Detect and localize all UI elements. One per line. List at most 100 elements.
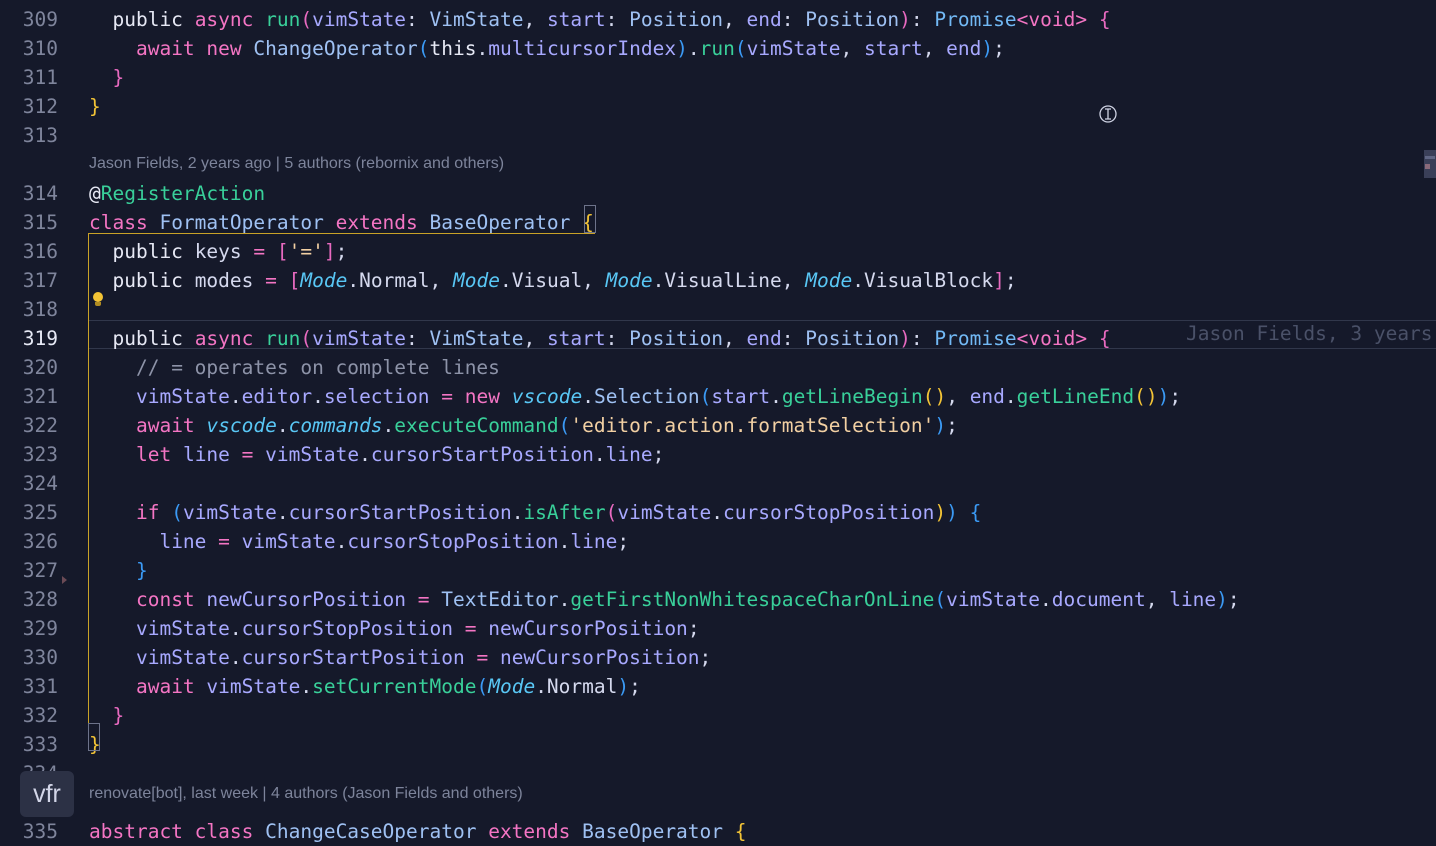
code-line[interactable]: 310 await new ChangeOperator(this.multic… (0, 34, 1436, 63)
code-token: ChangeCaseOperator (265, 820, 477, 843)
code-token: VimState (429, 8, 524, 31)
code-text[interactable]: line = vimState.cursorStopPosition.line; (89, 527, 629, 556)
code-line[interactable]: 324 (0, 469, 1436, 498)
code-line[interactable]: 314 @RegisterAction (0, 179, 1436, 208)
fold-arrow-icon[interactable] (62, 576, 67, 584)
code-text[interactable]: vimState.editor.selection = new vscode.S… (89, 382, 1181, 411)
code-text[interactable]: if (vimState.cursorStartPosition.isAfter… (89, 498, 981, 527)
code-line[interactable]: 335 abstract class ChangeCaseOperator ext… (0, 817, 1436, 846)
line-number: 328 (22, 588, 58, 611)
code-token: Mode (453, 269, 500, 292)
code-token: extends (335, 211, 418, 234)
code-token: line (159, 530, 207, 553)
code-text[interactable]: let line = vimState.cursorStartPosition.… (89, 440, 664, 469)
code-line[interactable]: 330 vimState.cursorStartPosition = newCu… (0, 643, 1436, 672)
code-text[interactable]: await vscode.commands.executeCommand('ed… (89, 411, 958, 440)
code-token: run (265, 8, 301, 31)
code-token: ; (1227, 588, 1240, 611)
code-text[interactable]: // = operates on complete lines (89, 353, 500, 382)
code-line[interactable]: 313 (0, 121, 1436, 150)
code-text[interactable]: } (89, 92, 101, 121)
code-text[interactable]: } (89, 556, 148, 585)
code-token: Mode (488, 675, 536, 698)
code-line[interactable]: 317 public modes = [Mode.Normal, Mode.Vi… (0, 266, 1436, 295)
code-text[interactable]: public keys = ['=']; (89, 237, 347, 266)
line-number: 318 (22, 298, 58, 321)
code-line[interactable]: 329 vimState.cursorStopPosition = newCur… (0, 614, 1436, 643)
code-token: vimState (182, 501, 277, 524)
code-editor[interactable]: 309 public async run(vimState: VimState,… (0, 0, 1436, 843)
code-token: abstract (89, 820, 183, 843)
minimap-slider[interactable] (1424, 150, 1436, 178)
code-token: = (464, 617, 477, 640)
code-token: '=' (288, 240, 324, 263)
code-line[interactable]: 326 line = vimState.cursorStopPosition.l… (0, 527, 1436, 556)
code-line[interactable]: 321 vimState.editor.selection = new vsco… (0, 382, 1436, 411)
code-text[interactable]: const newCursorPosition = TextEditor.get… (89, 585, 1240, 614)
code-text[interactable]: abstract class ChangeCaseOperator extend… (89, 817, 747, 846)
code-text[interactable]: @RegisterAction (89, 179, 265, 208)
code-token: vimState (241, 530, 336, 553)
code-token: : (910, 8, 935, 31)
code-text[interactable]: await new ChangeOperator(this.multicurso… (89, 34, 1005, 63)
code-line[interactable]: 332 } (0, 701, 1436, 730)
code-token: > (1075, 8, 1088, 31)
code-token: < (1016, 327, 1029, 350)
code-text[interactable]: public async run(vimState: VimState, sta… (89, 5, 1110, 34)
code-text[interactable]: } (89, 63, 124, 92)
code-token: . (335, 530, 348, 553)
code-text[interactable]: public modes = [Mode.Normal, Mode.Visual… (89, 266, 1016, 295)
code-line[interactable]: 309 public async run(vimState: VimState,… (0, 5, 1436, 34)
code-line[interactable]: 312} (0, 92, 1436, 121)
code-line[interactable]: 323 let line = vimState.cursorStartPosit… (0, 440, 1436, 469)
code-line[interactable]: 315 class FormatOperator extends BaseOper… (0, 208, 1436, 237)
code-line[interactable]: 320 // = operates on complete lines (0, 353, 1436, 382)
code-line[interactable]: 325 if (vimState.cursorStartPosition.isA… (0, 498, 1436, 527)
code-token: class (89, 211, 148, 234)
code-token: vimState (265, 443, 360, 466)
code-token: newCursorPosition (206, 588, 407, 611)
code-token: . (312, 385, 324, 408)
code-line[interactable]: 333} (0, 730, 1436, 759)
code-text[interactable]: class FormatOperator extends BaseOperato… (89, 208, 594, 237)
code-line[interactable]: 328 const newCursorPosition = TextEditor… (0, 585, 1436, 614)
code-line[interactable]: 331 await vimState.setCurrentMode(Mode.N… (0, 672, 1436, 701)
code-token: run (265, 327, 301, 350)
lightbulb-icon[interactable] (92, 292, 104, 308)
code-text[interactable]: vimState.cursorStopPosition = newCursorP… (89, 614, 700, 643)
code-token: , (723, 327, 747, 350)
code-line[interactable]: 311 } (0, 63, 1436, 92)
line-number: 326 (22, 530, 58, 553)
code-token: . (229, 385, 242, 408)
code-token: vimState (617, 501, 712, 524)
code-text[interactable]: vimState.cursorStartPosition = newCursor… (89, 643, 711, 672)
code-token: = (253, 240, 266, 263)
code-line[interactable]: 316 public keys = ['=']; (0, 237, 1436, 266)
code-token: ] (993, 269, 1005, 292)
code-line[interactable]: 327 } (0, 556, 1436, 585)
codelens-blame[interactable]: Jason Fields, 2 years ago | 5 authors (r… (89, 149, 504, 178)
code-line[interactable]: 322 await vscode.commands.executeCommand… (0, 411, 1436, 440)
code-text[interactable]: await vimState.setCurrentMode(Mode.Norma… (89, 672, 641, 701)
code-token: cursorStartPosition (370, 443, 594, 466)
code-text[interactable]: public async run(vimState: VimState, sta… (89, 324, 1110, 353)
line-number: 311 (22, 66, 58, 89)
code-token: getLineEnd (1016, 385, 1135, 408)
codelens-blame[interactable]: renovate[bot], last week | 4 authors (Ja… (89, 779, 523, 808)
